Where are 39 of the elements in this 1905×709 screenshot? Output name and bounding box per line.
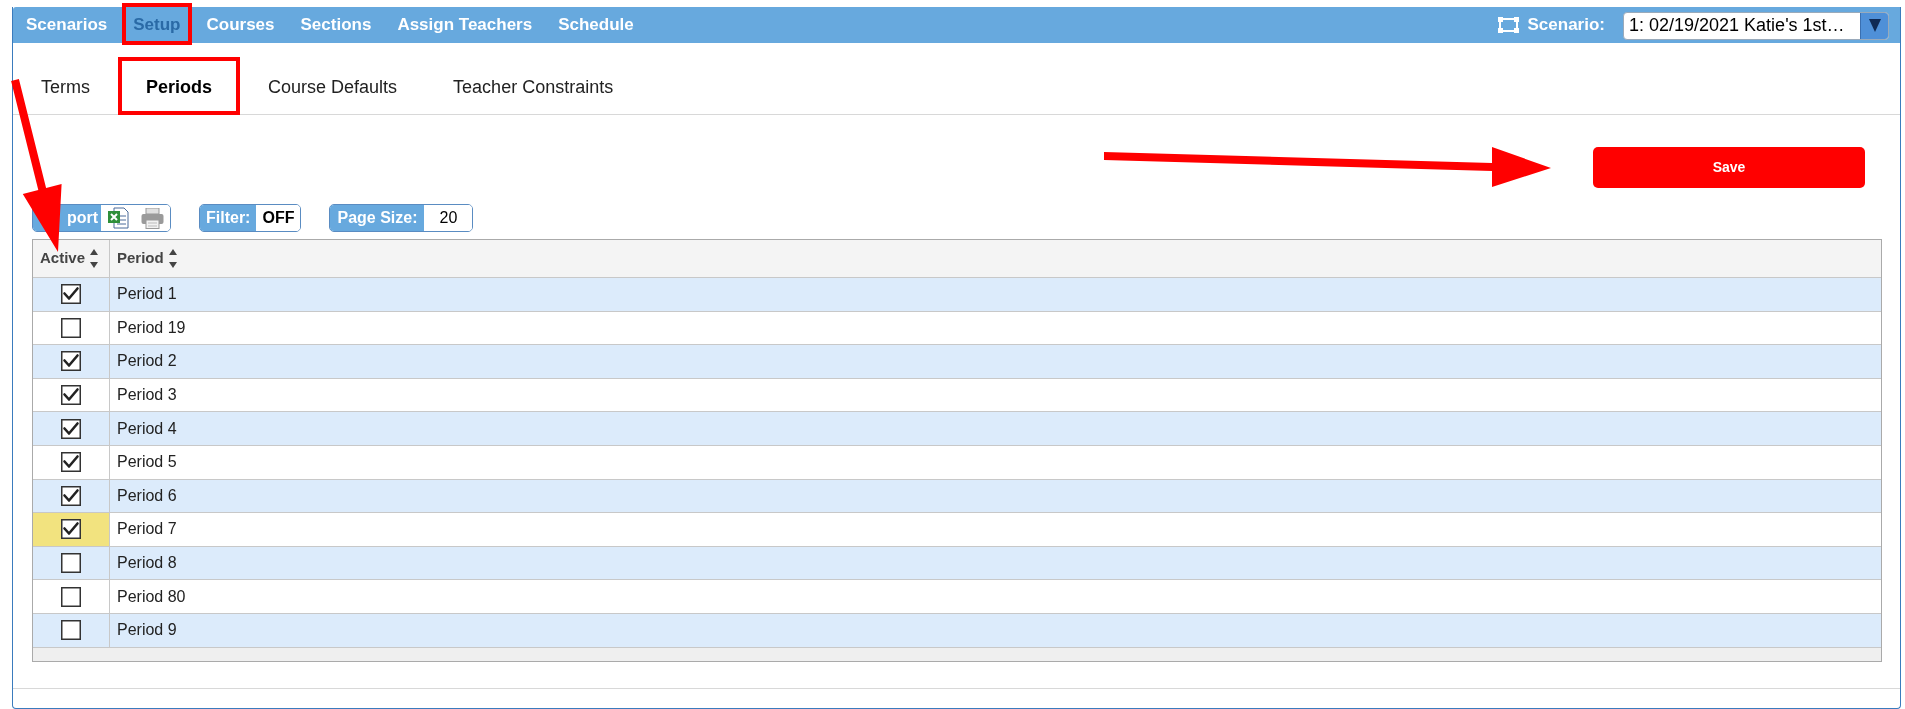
table-cell-text: Period 1 [116, 284, 178, 305]
scenario-icon [1497, 17, 1519, 33]
scenario-label: Scenario: [1527, 14, 1605, 37]
table-cell-text: Period 9 [116, 620, 178, 641]
table-cell-text: Period 5 [116, 452, 178, 473]
checkbox[interactable] [61, 385, 81, 406]
sort-icon [90, 249, 99, 268]
tab[interactable]: Periods [118, 57, 241, 114]
checkbox[interactable] [61, 519, 81, 540]
checkbox[interactable] [61, 620, 81, 641]
checkbox[interactable] [61, 452, 81, 473]
dropdown-button[interactable] [1860, 12, 1888, 39]
checkbox[interactable] [61, 586, 81, 607]
printer-icon[interactable] [141, 207, 164, 229]
save-button[interactable]: Save [1593, 147, 1865, 188]
table-cell-text: Period 80 [116, 586, 187, 607]
table-cell-text: Period 7 [116, 519, 178, 540]
table-cell-text: Period 8 [116, 553, 178, 574]
tab[interactable]: Course Defaults [240, 57, 426, 114]
table-cell-text: Period 19 [116, 317, 187, 338]
tab[interactable]: Terms [13, 57, 118, 114]
filter-button[interactable]: Filter: OFF [199, 204, 302, 232]
tab[interactable]: Teacher Constraints [425, 57, 642, 114]
column-header[interactable]: Period [110, 240, 177, 277]
checkbox[interactable] [61, 317, 81, 338]
sort-icon [168, 249, 177, 268]
checkbox[interactable] [61, 553, 81, 574]
page-size-button[interactable]: Page Size: 20 [329, 204, 474, 232]
table-cell-text: Period 4 [116, 418, 178, 439]
scenario-select[interactable]: 1: 02/19/2021 Katie's 1st… [1623, 11, 1889, 40]
caret-icon [1868, 19, 1881, 32]
table-cell-text: Period 6 [116, 485, 178, 506]
spreadsheet-icon[interactable] [107, 207, 129, 229]
checkbox[interactable] [61, 351, 81, 372]
checkbox[interactable] [61, 485, 81, 506]
checkbox[interactable] [61, 418, 81, 439]
table-cell-text: Period 3 [116, 385, 178, 406]
table-cell-text: Period 2 [116, 351, 178, 372]
checkbox[interactable] [61, 284, 81, 305]
